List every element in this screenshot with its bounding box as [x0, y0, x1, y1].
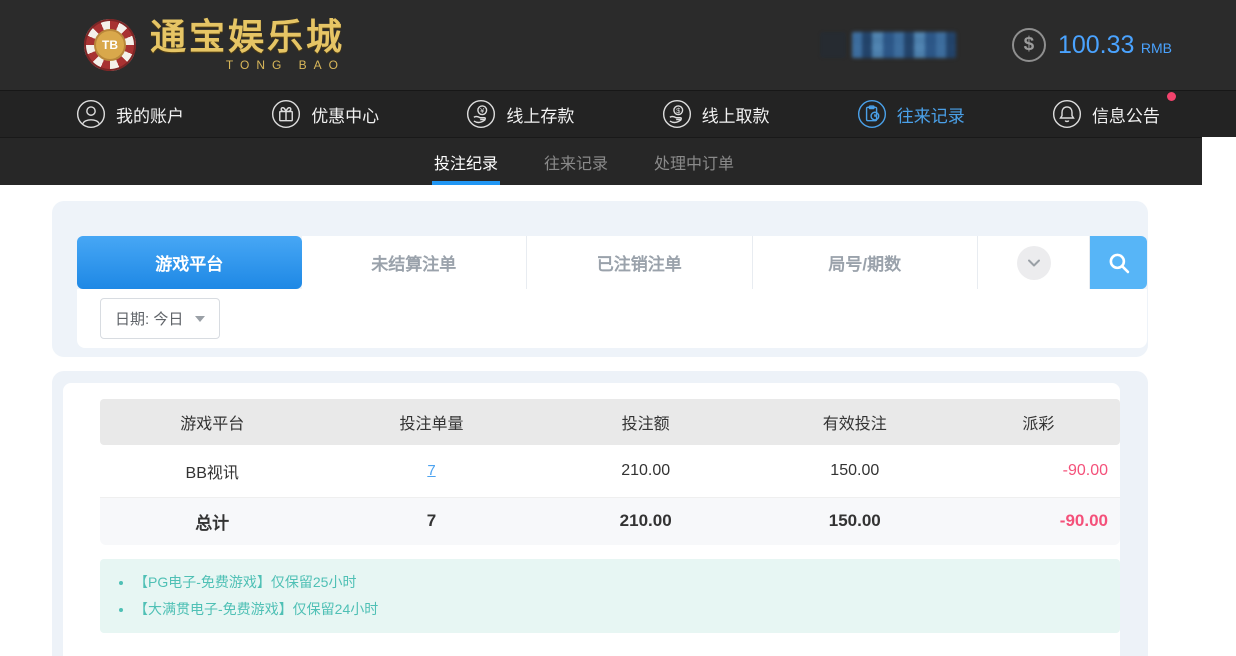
subnav-label: 往来记录 [544, 150, 608, 174]
subnav-tab-transaction-records[interactable]: 往来记录 [542, 138, 610, 185]
brand-name: 通宝娱乐城 [150, 19, 345, 55]
retention-notes: 【PG电子-免费游戏】仅保留25小时 【大满贯电子-免费游戏】仅保留24小时 [100, 559, 1120, 633]
balance-amount: 100.33 [1058, 31, 1134, 59]
balance-display[interactable]: $ 100.33 RMB [1012, 28, 1172, 62]
total-bet-count: 7 [324, 497, 538, 545]
casino-chip-icon: TB [84, 19, 136, 71]
user-account-area[interactable] [820, 32, 956, 58]
total-bet-amount: 210.00 [539, 497, 753, 545]
subnav-tab-processing-orders[interactable]: 处理中订单 [652, 138, 736, 185]
records-icon [857, 99, 887, 129]
subnav-label: 处理中订单 [654, 150, 734, 174]
notification-dot [1167, 92, 1176, 101]
top-header: TB 通宝娱乐城 TONG BAO $ 100.33 RMB [0, 0, 1236, 90]
chevron-down-icon [1026, 255, 1042, 271]
username-redacted [852, 32, 956, 58]
report-inner: 游戏平台 投注单量 投注额 有效投注 派彩 BB视讯 7 210.00 150.… [63, 383, 1120, 656]
note-item: 【大满贯电子-免费游戏】仅保留24小时 [134, 596, 1120, 623]
chip-monogram: TB [94, 29, 126, 61]
filter-card: 游戏平台 未结算注单 已注销注单 局号/期数 日期: 今日 [52, 201, 1148, 357]
tab-label: 未结算注单 [371, 250, 456, 275]
brand-logo[interactable]: TB 通宝娱乐城 TONG BAO [84, 19, 345, 72]
col-valid-bet: 有效投注 [753, 399, 957, 445]
nav-item-promotions[interactable]: 优惠中心 [271, 99, 379, 129]
search-icon [1106, 250, 1132, 276]
col-bet-count: 投注单量 [324, 399, 538, 445]
caret-down-icon [195, 316, 205, 322]
col-bet-amount: 投注额 [539, 399, 753, 445]
filter-tabs: 游戏平台 未结算注单 已注销注单 局号/期数 [77, 236, 1147, 289]
nav-label: 我的账户 [116, 102, 184, 127]
main-navbar: 我的账户 优惠中心 ¥ 线上存款 $ 线上取款 [0, 90, 1236, 137]
table-row: BB视讯 7 210.00 150.00 -90.00 [100, 445, 1120, 497]
nav-item-transaction-records[interactable]: 往来记录 [857, 99, 965, 129]
total-valid-bet: 150.00 [753, 497, 957, 545]
cell-platform: BB视讯 [100, 445, 324, 497]
user-icon [76, 99, 106, 129]
page-content: 游戏平台 未结算注单 已注销注单 局号/期数 日期: 今日 [0, 185, 1236, 656]
cell-valid-bet: 150.00 [753, 445, 957, 497]
more-tabs-button[interactable] [978, 236, 1090, 289]
deposit-icon: ¥ [466, 99, 496, 129]
bet-count-link[interactable]: 7 [427, 462, 435, 479]
date-filter-label: 日期: 今日 [115, 308, 183, 329]
subnav-label: 投注纪录 [434, 150, 498, 174]
tab-label: 游戏平台 [155, 250, 223, 275]
nav-item-announcements[interactable]: 信息公告 [1052, 99, 1160, 129]
nav-item-withdraw[interactable]: $ 线上取款 [662, 99, 770, 129]
gift-icon [271, 99, 301, 129]
brand-name-en: TONG BAO [150, 58, 345, 72]
date-filter-dropdown[interactable]: 日期: 今日 [100, 298, 220, 339]
table-header-row: 游戏平台 投注单量 投注额 有效投注 派彩 [100, 399, 1120, 445]
tab-label: 局号/期数 [828, 250, 901, 275]
table-total-row: 总计 7 210.00 150.00 -90.00 [100, 497, 1120, 545]
tab-unsettled-bets[interactable]: 未结算注单 [302, 236, 528, 289]
tab-cancelled-bets[interactable]: 已注销注单 [527, 236, 753, 289]
note-item: 【PG电子-免费游戏】仅保留25小时 [134, 569, 1120, 596]
nav-label: 线上存款 [506, 102, 574, 127]
withdraw-icon: $ [662, 99, 692, 129]
records-subnav: 投注纪录 往来记录 处理中订单 [0, 137, 1202, 185]
total-label: 总计 [100, 497, 324, 545]
avatar [820, 32, 846, 58]
cell-bet-amount: 210.00 [539, 445, 753, 497]
subnav-tab-bet-records[interactable]: 投注纪录 [432, 138, 500, 185]
tab-round-number[interactable]: 局号/期数 [753, 236, 979, 289]
balance-currency: RMB [1141, 40, 1172, 56]
col-game-platform: 游戏平台 [100, 399, 324, 445]
nav-label: 往来记录 [897, 102, 965, 127]
nav-label: 线上取款 [702, 102, 770, 127]
search-button[interactable] [1090, 236, 1147, 289]
bet-summary-table: 游戏平台 投注单量 投注额 有效投注 派彩 BB视讯 7 210.00 150.… [100, 399, 1120, 545]
nav-label: 信息公告 [1092, 102, 1160, 127]
nav-item-deposit[interactable]: ¥ 线上存款 [466, 99, 574, 129]
tab-game-platform[interactable]: 游戏平台 [77, 236, 302, 289]
report-card: 游戏平台 投注单量 投注额 有效投注 派彩 BB视讯 7 210.00 150.… [52, 371, 1148, 656]
cell-payout: -90.00 [957, 445, 1120, 497]
filter-content-row: 日期: 今日 [77, 289, 1147, 348]
nav-item-my-account[interactable]: 我的账户 [76, 99, 184, 129]
dollar-circle-icon: $ [1012, 28, 1046, 62]
col-payout: 派彩 [957, 399, 1120, 445]
total-payout: -90.00 [957, 497, 1120, 545]
nav-label: 优惠中心 [311, 102, 379, 127]
tab-label: 已注销注单 [597, 250, 682, 275]
bell-icon [1052, 99, 1082, 129]
